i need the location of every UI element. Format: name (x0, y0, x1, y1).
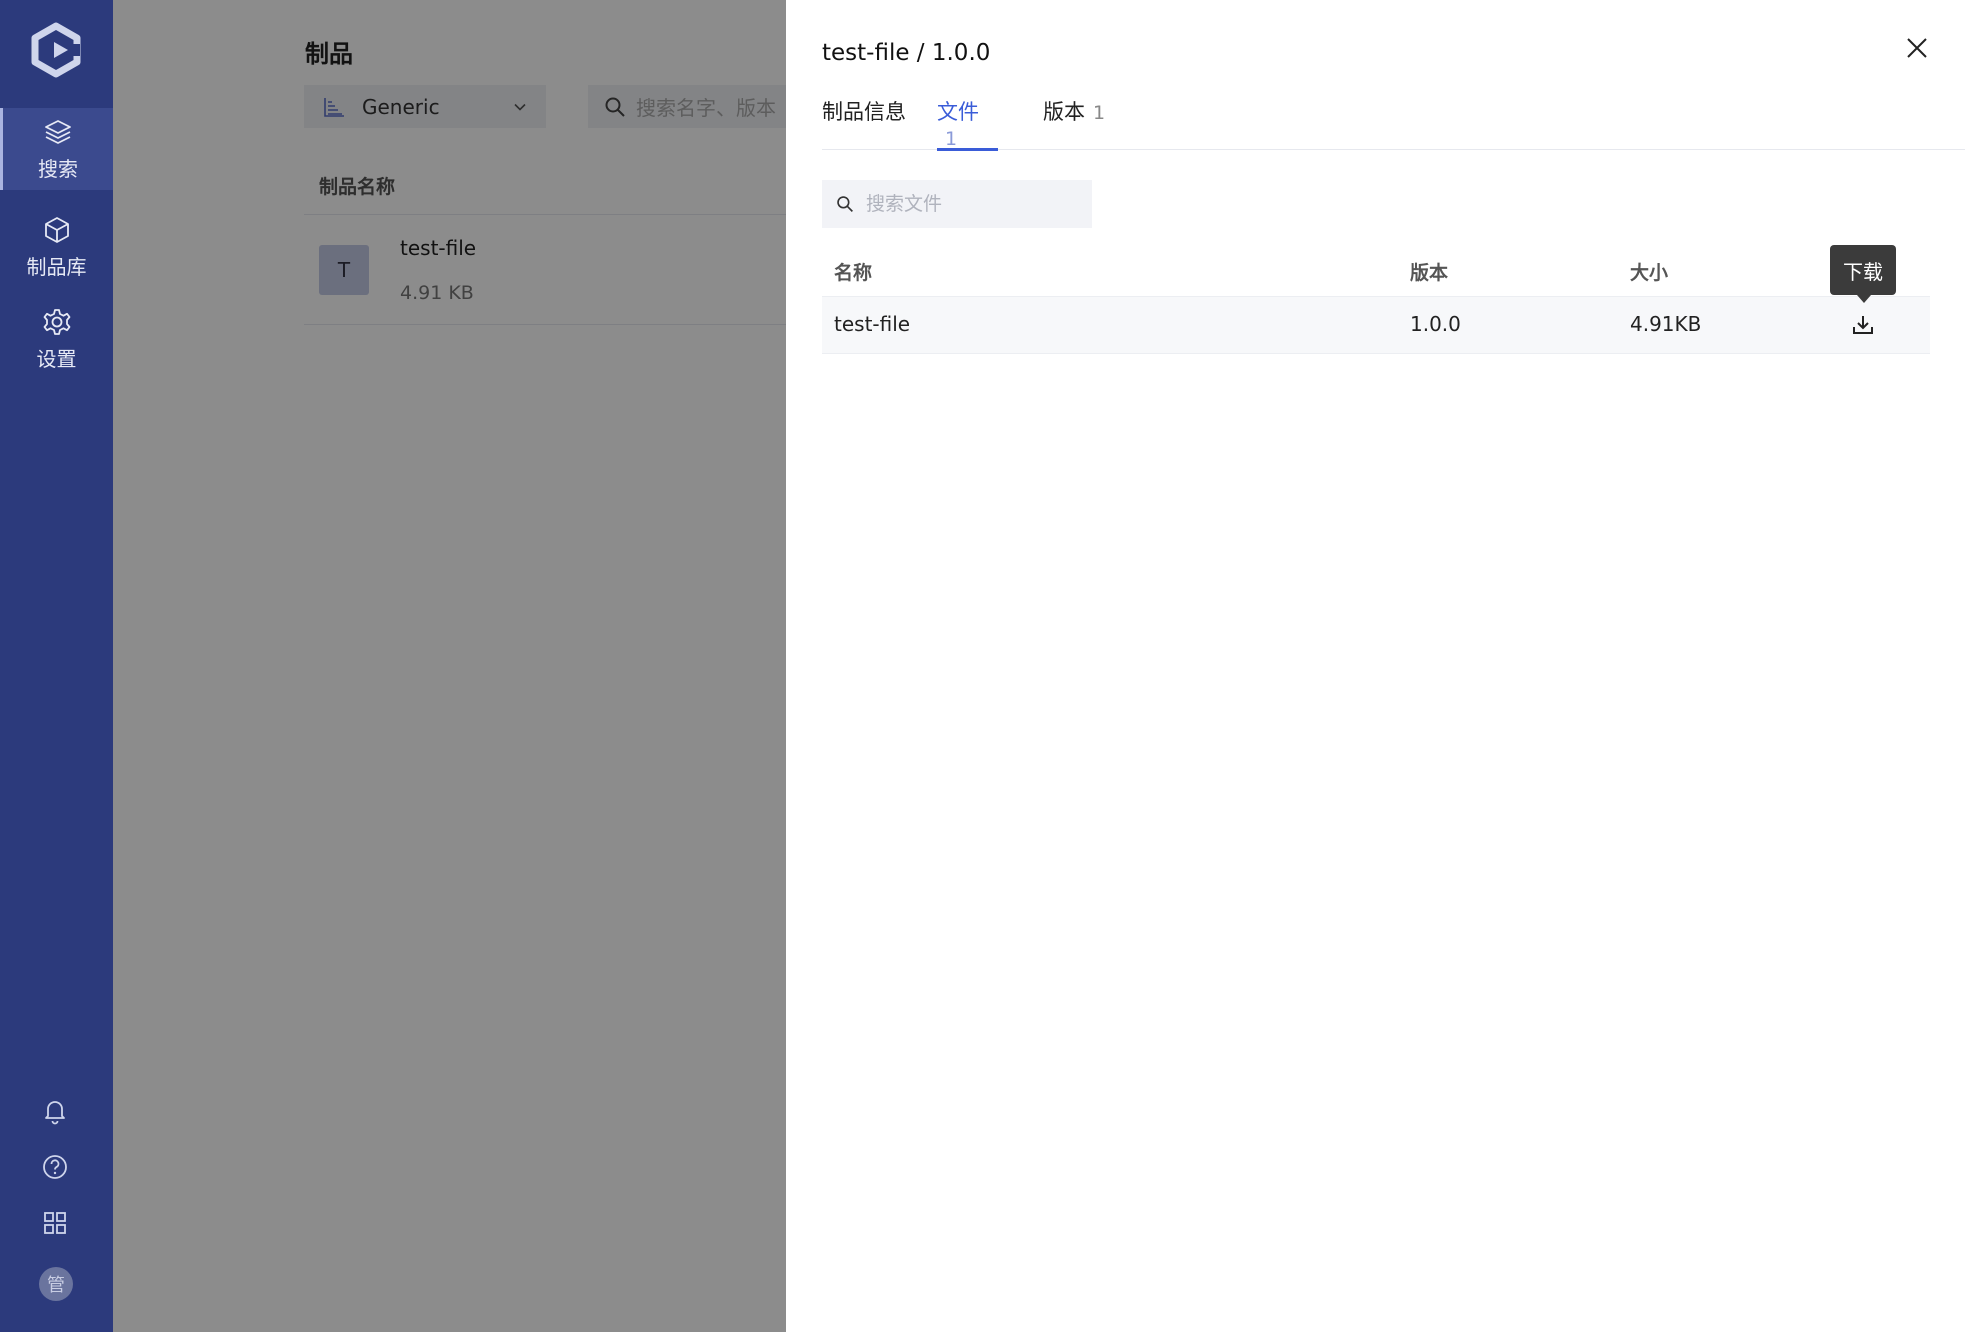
artifact-detail-drawer: test-file / 1.0.0 制品信息 文件 1 版本 1 名称 版本 大小 … (786, 0, 1965, 1332)
tab-label: 文件 (937, 100, 979, 124)
sidebar-item-label: 设置 (36, 346, 77, 371)
avatar[interactable]: 管 (39, 1267, 73, 1301)
tab-label: 版本 (1043, 100, 1085, 124)
file-search-box (822, 180, 1092, 228)
search-icon (837, 196, 853, 212)
notifications-button[interactable] (40, 1096, 70, 1126)
download-tooltip: 下载 (1830, 245, 1896, 303)
apps-button[interactable] (40, 1208, 70, 1238)
bell-icon (45, 1101, 65, 1125)
layers-icon (45, 119, 71, 144)
tab-bar: 制品信息 文件 1 版本 1 (822, 96, 1965, 151)
tab-files[interactable]: 文件 1 (937, 96, 998, 151)
table-header: 名称 版本 大小 (822, 246, 1930, 297)
tab-count: 1 (945, 128, 958, 150)
modal-overlay[interactable] (113, 0, 899, 1332)
tab-count: 1 (1093, 102, 1106, 124)
sidebar-item-repository[interactable]: 制品库 (0, 206, 113, 288)
file-size: 4.91KB (1630, 312, 1702, 336)
gear-icon (43, 308, 70, 335)
tab-label: 制品信息 (822, 100, 906, 124)
help-button[interactable] (40, 1152, 70, 1182)
close-icon (1907, 38, 1927, 58)
tab-artifact-info[interactable]: 制品信息 (822, 96, 906, 148)
file-version: 1.0.0 (1410, 312, 1461, 336)
file-name: test-file (834, 312, 911, 336)
table-row[interactable]: test-file 1.0.0 4.91KB (822, 297, 1930, 354)
column-header-name: 名称 (834, 262, 873, 284)
sidebar: 搜索 制品库 设置 管 (0, 0, 113, 1332)
sidebar-item-label: 搜索 (38, 156, 78, 181)
app-logo[interactable] (28, 22, 84, 78)
file-search-input[interactable] (864, 192, 1078, 216)
apps-grid-icon (44, 1212, 66, 1234)
logo-icon (31, 22, 81, 78)
tab-versions[interactable]: 版本 1 (1043, 96, 1105, 148)
help-icon (43, 1155, 67, 1179)
close-button[interactable] (1902, 33, 1932, 63)
drawer-title: test-file / 1.0.0 (822, 40, 991, 66)
sidebar-item-label: 制品库 (26, 254, 87, 279)
column-header-version: 版本 (1410, 262, 1449, 284)
sidebar-item-search[interactable]: 搜索 (0, 108, 113, 190)
file-table: 名称 版本 大小 test-file 1.0.0 4.91KB (822, 246, 1930, 354)
download-button[interactable] (1848, 310, 1878, 340)
cube-icon (44, 216, 69, 243)
column-header-size: 大小 (1630, 262, 1669, 284)
sidebar-item-settings[interactable]: 设置 (0, 298, 113, 380)
download-icon (1853, 316, 1873, 334)
